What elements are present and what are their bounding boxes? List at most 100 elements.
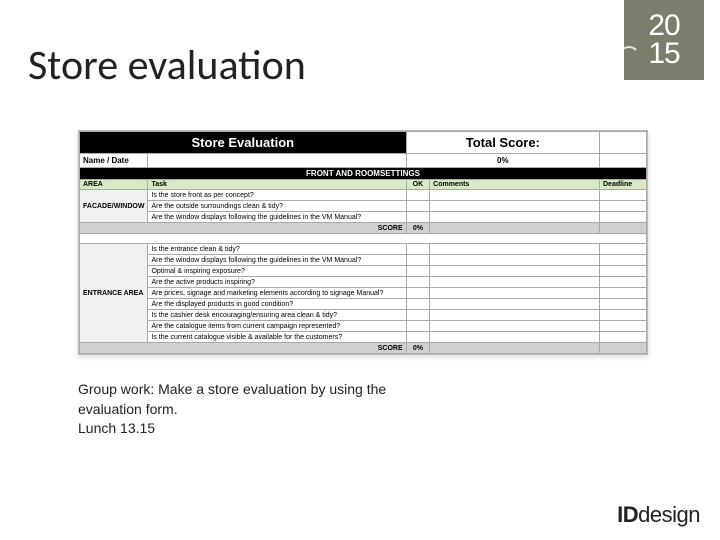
score-value-2: 0% <box>406 343 430 354</box>
header-total-score: Total Score: <box>406 132 599 154</box>
table-row: Optimal & inspiring exposure? <box>80 266 647 277</box>
deadline-cell[interactable] <box>600 201 647 212</box>
comment-cell[interactable] <box>430 299 600 310</box>
table-row: Are prices, signage and marketing elemen… <box>80 288 647 299</box>
task-cell: Are the window displays following the gu… <box>148 212 406 223</box>
comment-cell[interactable] <box>430 201 600 212</box>
ok-cell[interactable] <box>406 190 430 201</box>
table-row: Are the displayed products in good condi… <box>80 299 647 310</box>
comment-cell[interactable] <box>430 212 600 223</box>
deadline-cell[interactable] <box>600 299 647 310</box>
deadline-cell[interactable] <box>600 244 647 255</box>
deadline-cell[interactable] <box>600 277 647 288</box>
ok-cell[interactable] <box>406 212 430 223</box>
year-top: 20 <box>648 12 679 41</box>
table-row: Are the window displays following the gu… <box>80 255 647 266</box>
score-value-1: 0% <box>406 223 430 234</box>
comment-cell[interactable] <box>430 190 600 201</box>
group-line2: evaluation form. <box>78 401 178 417</box>
task-cell: Is the store front as per concept? <box>148 190 406 201</box>
table-row: Are the catalogue items from current cam… <box>80 321 647 332</box>
comment-cell[interactable] <box>430 288 600 299</box>
empty <box>430 343 600 354</box>
deadline-cell[interactable] <box>600 266 647 277</box>
table-row: Are the outside surroundings clean & tid… <box>80 201 647 212</box>
score-row-2: SCORE 0% <box>80 343 647 354</box>
table-row: Is the cashier desk encouraging/ensuring… <box>80 310 647 321</box>
task-cell: Is the entrance clean & tidy? <box>148 244 406 255</box>
task-cell: Optimal & inspiring exposure? <box>148 266 406 277</box>
deadline-cell[interactable] <box>600 288 647 299</box>
blank-row <box>80 234 647 244</box>
table-row: ENTRANCE AREA Is the entrance clean & ti… <box>80 244 647 255</box>
task-cell: Are the displayed products in good condi… <box>148 299 406 310</box>
logo-id: ID <box>617 502 638 527</box>
year-logo: 20 15 <box>624 0 704 80</box>
empty <box>600 154 647 168</box>
task-cell: Are the window displays following the gu… <box>148 255 406 266</box>
comment-cell[interactable] <box>430 332 600 343</box>
swirl-icon <box>618 46 640 68</box>
empty <box>600 343 647 354</box>
col-comments: Comments <box>430 180 600 190</box>
group-line3: Lunch 13.15 <box>78 420 155 436</box>
ok-cell[interactable] <box>406 277 430 288</box>
comment-cell[interactable] <box>430 321 600 332</box>
ok-cell[interactable] <box>406 244 430 255</box>
task-cell: Is the cashier desk encouraging/ensuring… <box>148 310 406 321</box>
iddesign-logo: IDdesign <box>617 502 700 528</box>
deadline-cell[interactable] <box>600 212 647 223</box>
empty <box>600 223 647 234</box>
col-ok: OK <box>406 180 430 190</box>
name-date-value[interactable] <box>148 154 406 168</box>
task-cell: Are the outside surroundings clean & tid… <box>148 201 406 212</box>
score-label: SCORE <box>80 223 407 234</box>
col-deadline: Deadline <box>600 180 647 190</box>
year-bot: 15 <box>648 40 679 69</box>
ok-cell[interactable] <box>406 332 430 343</box>
ok-cell[interactable] <box>406 255 430 266</box>
table-row: Are the window displays following the gu… <box>80 212 647 223</box>
col-task: Task <box>148 180 406 190</box>
evaluation-sheet: Store Evaluation Total Score: Name / Dat… <box>78 130 648 355</box>
name-date-row: Name / Date 0% <box>80 154 647 168</box>
page-title: Store evaluation <box>28 40 306 91</box>
task-cell: Are the catalogue items from current cam… <box>148 321 406 332</box>
comment-cell[interactable] <box>430 266 600 277</box>
ok-cell[interactable] <box>406 321 430 332</box>
table-row: FACADE/WINDOW Is the store front as per … <box>80 190 647 201</box>
deadline-cell[interactable] <box>600 321 647 332</box>
deadline-cell[interactable] <box>600 255 647 266</box>
ok-cell[interactable] <box>406 288 430 299</box>
score-label: SCORE <box>80 343 407 354</box>
deadline-cell[interactable] <box>600 332 647 343</box>
section-row: FRONT AND ROOMSETTINGS <box>80 168 647 180</box>
logo-design: design <box>638 502 700 527</box>
empty <box>430 223 600 234</box>
area-facade: FACADE/WINDOW <box>80 190 148 223</box>
ok-cell[interactable] <box>406 266 430 277</box>
sheet-header-row: Store Evaluation Total Score: <box>80 132 647 154</box>
column-header-row: AREA Task OK Comments Deadline <box>80 180 647 190</box>
area-entrance: ENTRANCE AREA <box>80 244 148 343</box>
comment-cell[interactable] <box>430 255 600 266</box>
comment-cell[interactable] <box>430 244 600 255</box>
col-area: AREA <box>80 180 148 190</box>
name-date-label: Name / Date <box>80 154 148 168</box>
ok-cell[interactable] <box>406 310 430 321</box>
group-line1: Group work: Make a store evaluation by u… <box>78 381 386 397</box>
deadline-cell[interactable] <box>600 190 647 201</box>
comment-cell[interactable] <box>430 310 600 321</box>
section-front-roomsettings: FRONT AND ROOMSETTINGS <box>80 168 647 180</box>
ok-cell[interactable] <box>406 201 430 212</box>
task-cell: Are the active products inspiring? <box>148 277 406 288</box>
group-work-text: Group work: Make a store evaluation by u… <box>78 380 498 439</box>
comment-cell[interactable] <box>430 277 600 288</box>
header-store-eval: Store Evaluation <box>80 132 407 154</box>
deadline-cell[interactable] <box>600 310 647 321</box>
task-cell: Are prices, signage and marketing elemen… <box>148 288 406 299</box>
ok-cell[interactable] <box>406 299 430 310</box>
total-pct: 0% <box>406 154 599 168</box>
header-empty <box>600 132 647 154</box>
table-row: Are the active products inspiring? <box>80 277 647 288</box>
